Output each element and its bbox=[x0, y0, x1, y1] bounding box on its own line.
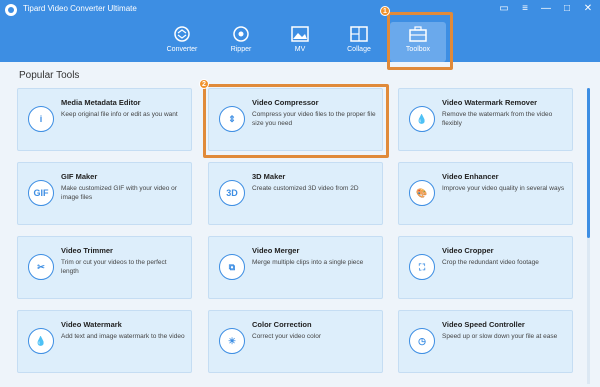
tab-ripper-label: Ripper bbox=[230, 46, 252, 53]
tab-toolbox-label: Toolbox bbox=[405, 46, 431, 53]
app-logo-icon bbox=[5, 4, 17, 16]
tool-desc: Add text and image watermark to the vide… bbox=[61, 333, 185, 340]
tool-desc: Compress your video files to the proper … bbox=[252, 111, 376, 127]
compress-icon: ⇕ bbox=[219, 106, 245, 132]
tab-mv[interactable]: MV bbox=[272, 22, 328, 62]
tool-title: Video Watermark Remover bbox=[442, 98, 538, 107]
mini-player-icon[interactable]: ▭ bbox=[498, 3, 510, 15]
maximize-icon[interactable]: □ bbox=[561, 3, 573, 15]
tool-desc: Trim or cut your videos to the perfect l… bbox=[61, 259, 167, 275]
app-header: Tipard Video Converter Ultimate ▭ ≡ — □ … bbox=[0, 0, 600, 62]
info-icon: i bbox=[28, 106, 54, 132]
tool-video-trimmer[interactable]: ✂ Video Trimmer Trim or cut your videos … bbox=[17, 236, 192, 299]
brightness-icon: ☀ bbox=[219, 328, 245, 354]
tab-converter[interactable]: Converter bbox=[154, 22, 210, 62]
scissors-icon: ✂ bbox=[28, 254, 54, 280]
disc-icon bbox=[233, 26, 249, 42]
tool-title: Video Trimmer bbox=[61, 246, 113, 255]
tool-media-metadata-editor[interactable]: i Media Metadata Editor Keep original fi… bbox=[17, 88, 192, 151]
gif-icon: GIF bbox=[28, 180, 54, 206]
tool-video-merger[interactable]: ⧉ Video Merger Merge multiple clips into… bbox=[208, 236, 383, 299]
converter-icon bbox=[174, 26, 190, 42]
speedometer-icon: ◷ bbox=[409, 328, 435, 354]
tool-desc: Make customized GIF with your video or i… bbox=[61, 185, 177, 201]
tool-desc: Create customized 3D video from 2D bbox=[252, 185, 359, 192]
tool-title: Video Cropper bbox=[442, 246, 494, 255]
tool-3d-maker[interactable]: 3D 3D Maker Create customized 3D video f… bbox=[208, 162, 383, 225]
toolbox-icon bbox=[409, 26, 427, 42]
tool-title: Video Merger bbox=[252, 246, 300, 255]
app-title: Tipard Video Converter Ultimate bbox=[23, 4, 137, 13]
minimize-icon[interactable]: — bbox=[540, 3, 552, 15]
tool-desc: Improve your video quality in several wa… bbox=[442, 185, 565, 192]
image-icon bbox=[291, 26, 309, 42]
tool-desc: Merge multiple clips into a single piece bbox=[252, 259, 364, 266]
collage-icon bbox=[350, 26, 368, 42]
main-nav: Converter Ripper MV Collage Toolbox bbox=[0, 22, 600, 62]
tab-mv-label: MV bbox=[294, 46, 306, 53]
tool-title: Video Speed Controller bbox=[442, 320, 525, 329]
section-title: Popular Tools bbox=[19, 70, 80, 81]
tab-ripper[interactable]: Ripper bbox=[213, 22, 269, 62]
tool-desc: Crop the redundant video footage bbox=[442, 259, 539, 266]
tool-video-enhancer[interactable]: 🎨 Video Enhancer Improve your video qual… bbox=[398, 162, 573, 225]
tool-video-cropper[interactable]: ⛶ Video Cropper Crop the redundant video… bbox=[398, 236, 573, 299]
close-icon[interactable]: ✕ bbox=[582, 3, 594, 15]
watermark-icon: 💧 bbox=[28, 328, 54, 354]
tool-video-compressor[interactable]: ⇕ Video Compressor Compress your video f… bbox=[208, 88, 383, 151]
tool-video-watermark[interactable]: 💧 Video Watermark Add text and image wat… bbox=[17, 310, 192, 373]
menu-icon[interactable]: ≡ bbox=[519, 3, 531, 15]
step-badge-1: 1 bbox=[380, 6, 390, 16]
tool-video-speed-controller[interactable]: ◷ Video Speed Controller Speed up or slo… bbox=[398, 310, 573, 373]
palette-icon: 🎨 bbox=[409, 180, 435, 206]
tab-converter-label: Converter bbox=[166, 46, 198, 53]
merge-icon: ⧉ bbox=[219, 254, 245, 280]
tool-desc: Keep original file info or edit as you w… bbox=[61, 111, 178, 118]
tool-title: GIF Maker bbox=[61, 172, 98, 181]
tool-title: Video Enhancer bbox=[442, 172, 499, 181]
step-badge-2: 2 bbox=[199, 79, 209, 89]
tool-title: 3D Maker bbox=[252, 172, 286, 181]
3d-icon: 3D bbox=[219, 180, 245, 206]
tab-collage[interactable]: Collage bbox=[331, 22, 387, 62]
tool-title: Video Watermark bbox=[61, 320, 122, 329]
tab-toolbox[interactable]: Toolbox bbox=[390, 22, 446, 62]
tool-title: Video Compressor bbox=[252, 98, 319, 107]
tab-collage-label: Collage bbox=[347, 46, 371, 53]
tool-gif-maker[interactable]: GIF GIF Maker Make customized GIF with y… bbox=[17, 162, 192, 225]
tool-title: Media Metadata Editor bbox=[61, 98, 141, 107]
crop-icon: ⛶ bbox=[409, 254, 435, 280]
scrollbar-thumb[interactable] bbox=[587, 88, 590, 238]
tool-video-watermark-remover[interactable]: 💧 Video Watermark Remover Remove the wat… bbox=[398, 88, 573, 151]
watermark-remover-icon: 💧 bbox=[409, 106, 435, 132]
tool-title: Color Correction bbox=[252, 320, 312, 329]
tool-desc: Correct your video color bbox=[252, 333, 321, 340]
window-controls: ▭ ≡ — □ ✕ bbox=[498, 3, 594, 15]
tool-desc: Speed up or slow down your file at ease bbox=[442, 333, 558, 340]
tool-desc: Remove the watermark from the video flex… bbox=[442, 111, 553, 127]
tool-color-correction[interactable]: ☀ Color Correction Correct your video co… bbox=[208, 310, 383, 373]
